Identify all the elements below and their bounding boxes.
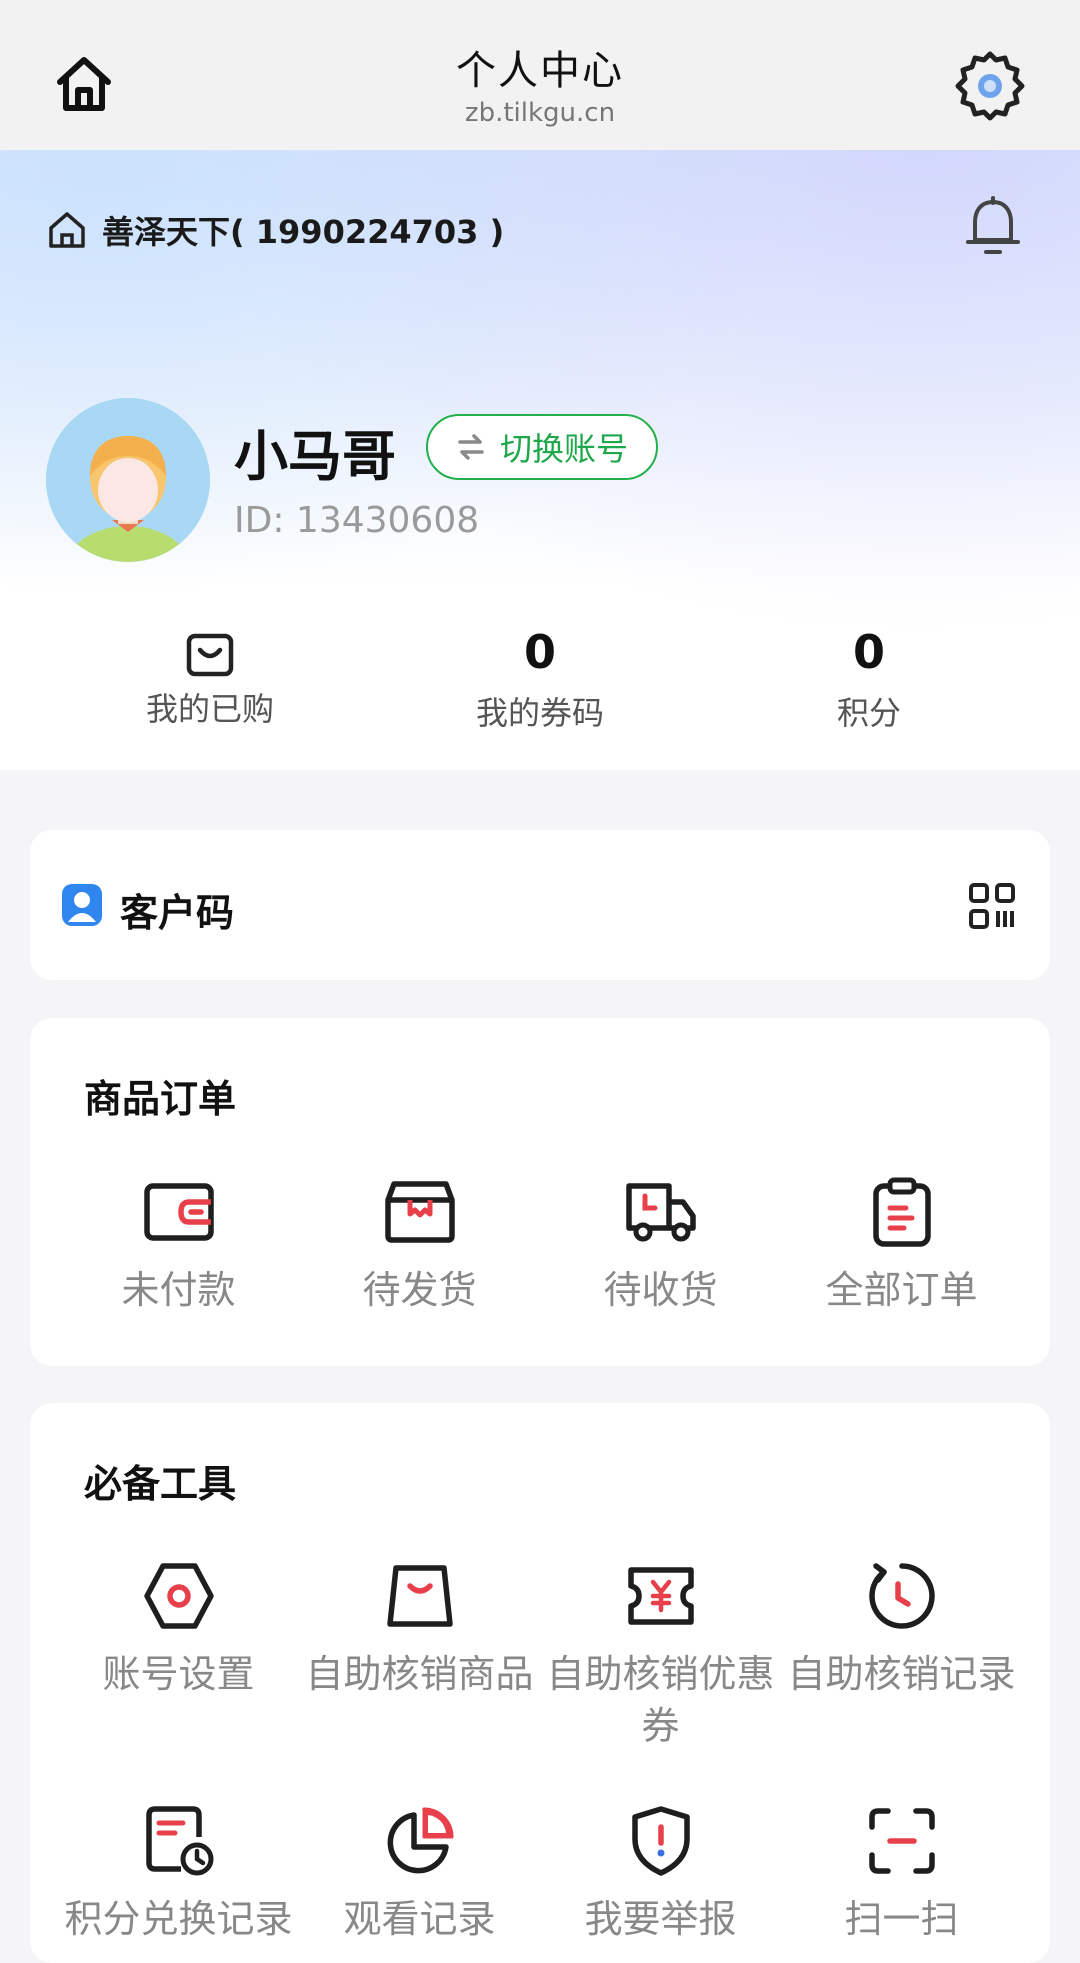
- scan-icon: [868, 1808, 935, 1874]
- orders-title: 商品订单: [84, 1077, 237, 1121]
- package-icon: [384, 1181, 455, 1243]
- stat-purchased[interactable]: 我的已购: [45, 620, 375, 730]
- stats-row: 我的已购 0 我的券码 0 积分: [0, 620, 1080, 770]
- tool-points-records[interactable]: 积分兑换记录: [58, 1803, 299, 1945]
- switch-account-label: 切换账号: [499, 430, 628, 468]
- clipboard-icon: [872, 1177, 931, 1247]
- user-name: 小马哥: [234, 425, 396, 488]
- wallet-icon: [143, 1183, 214, 1241]
- customer-code-label: 客户码: [120, 891, 235, 935]
- stat-coupons[interactable]: 0 我的券码: [375, 620, 705, 734]
- tool-label: 观看记录: [343, 1897, 496, 1941]
- order-all[interactable]: 全部订单: [781, 1174, 1022, 1316]
- home-outline-icon: [49, 212, 85, 248]
- tool-label: 自助核销优惠券: [546, 1652, 775, 1748]
- tools-card: 必备工具 账号设置 自助核销商品 自助核销优惠券 自助核销记录 积分兑换记录 观…: [30, 1403, 1050, 1963]
- stat-label: 我的券码: [475, 694, 604, 732]
- swap-arrows-icon: [458, 434, 484, 460]
- gear-icon[interactable]: [954, 50, 1026, 122]
- stat-value: 0: [852, 625, 885, 679]
- order-to-receive[interactable]: 待收货: [540, 1174, 781, 1316]
- hex-settings-icon: [143, 1563, 214, 1629]
- stat-value: 0: [523, 625, 556, 679]
- tool-account-settings[interactable]: 账号设置: [58, 1558, 299, 1700]
- top-bar: 个人中心 zb.tilkgu.cn: [0, 0, 1080, 150]
- stat-label: 积分: [836, 694, 901, 732]
- tool-self-redeem-coupon[interactable]: 自助核销优惠券: [540, 1558, 781, 1752]
- tool-scan[interactable]: 扫一扫: [781, 1803, 1022, 1945]
- tool-label: 账号设置: [102, 1652, 255, 1696]
- page-title: 个人中心: [456, 48, 624, 94]
- avatar-illustration: [46, 398, 210, 562]
- page-url: zb.tilkgu.cn: [464, 98, 616, 128]
- tool-watch-history[interactable]: 观看记录: [299, 1803, 540, 1945]
- tool-label: 自助核销记录: [787, 1652, 1016, 1696]
- stat-points[interactable]: 0 积分: [704, 620, 1034, 734]
- tool-self-redeem-records[interactable]: 自助核销记录: [781, 1558, 1022, 1700]
- history-clock-icon: [868, 1563, 935, 1629]
- order-to-ship[interactable]: 待发货: [299, 1174, 540, 1316]
- tools-title: 必备工具: [84, 1462, 237, 1506]
- bag-smile-icon: [386, 1565, 453, 1627]
- switch-account-button[interactable]: 切换账号: [426, 414, 658, 480]
- user-badge-icon: [62, 884, 102, 926]
- order-unpaid[interactable]: 未付款: [58, 1174, 299, 1316]
- coupon-icon: [627, 1567, 694, 1625]
- order-label: 未付款: [121, 1268, 236, 1312]
- bag-icon: [186, 633, 234, 677]
- customer-code-card[interactable]: 客户码: [30, 830, 1050, 980]
- order-label: 待收货: [603, 1268, 718, 1312]
- shop-name: 善泽天下( 1990224703 ): [102, 213, 505, 251]
- user-id: ID: 13430608: [234, 500, 480, 541]
- tool-self-redeem-goods[interactable]: 自助核销商品: [299, 1558, 540, 1700]
- tool-label: 积分兑换记录: [64, 1897, 293, 1941]
- shield-alert-icon: [631, 1806, 690, 1876]
- orders-card: 商品订单 未付款 待发货 待收货 全部订单: [30, 1018, 1050, 1366]
- qr-code-icon[interactable]: [968, 882, 1016, 930]
- tool-label: 我要举报: [584, 1897, 737, 1941]
- avatar[interactable]: [46, 398, 210, 562]
- tool-label: 扫一扫: [844, 1897, 959, 1941]
- bell-icon[interactable]: [962, 196, 1024, 262]
- stat-label: 我的已购: [145, 690, 274, 728]
- shop-row[interactable]: 善泽天下( 1990224703 ): [46, 208, 504, 252]
- doc-clock-icon: [145, 1806, 213, 1876]
- order-label: 全部订单: [825, 1268, 978, 1312]
- order-label: 待发货: [362, 1268, 477, 1312]
- tool-report[interactable]: 我要举报: [540, 1803, 781, 1945]
- truck-icon: [625, 1183, 696, 1242]
- tool-label: 自助核销商品: [305, 1652, 534, 1696]
- pie-icon: [387, 1807, 453, 1874]
